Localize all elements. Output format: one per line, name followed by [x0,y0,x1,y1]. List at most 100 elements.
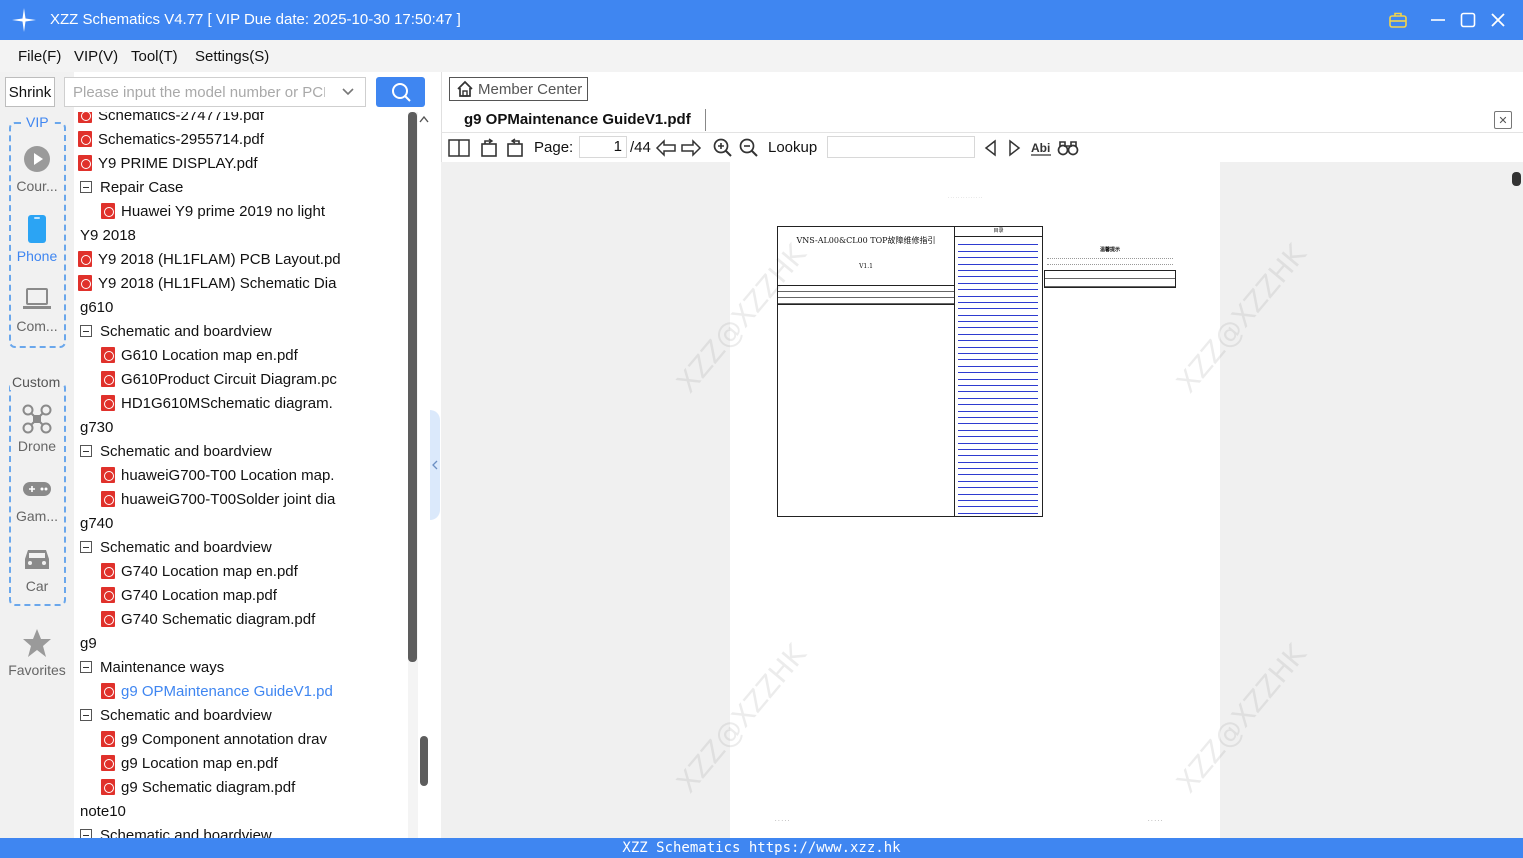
signature-table [778,285,954,305]
collapse-icon[interactable] [80,661,92,673]
zoom-in-icon[interactable] [712,137,734,159]
minimize-icon[interactable] [1427,9,1449,31]
find-next-icon[interactable] [1004,137,1026,159]
watermark: XZZ@XZZHK [1169,637,1313,800]
menu-settings[interactable]: Settings(S) [195,48,269,65]
tree-file-item[interactable]: HD1G610MSchematic diagram. [101,391,333,415]
tree-file-item[interactable]: Huawei Y9 prime 2019 no light [101,199,325,223]
tree-file-item[interactable]: G610 Location map en.pdf [101,343,298,367]
collapse-icon[interactable] [80,181,92,193]
tree-file-item[interactable]: g9 OPMaintenance GuideV1.pd [101,679,333,703]
collapse-panel-handle[interactable] [430,410,440,520]
tree-folder-item[interactable]: Schematic and boardview [80,823,272,838]
viewer-scrollbar[interactable] [1510,162,1523,838]
tree-item-label: Schematics-2747719.pdf [98,112,264,124]
tree-item-label: Schematic and boardview [100,706,272,724]
tab-document[interactable]: g9 OPMaintenance GuideV1.pdf [464,111,691,128]
sidebar-toggle-icon[interactable] [448,137,470,159]
pdf-file-icon [101,371,115,387]
model-search-field[interactable] [64,77,366,107]
tree-file-item[interactable]: g9 Location map en.pdf [101,751,278,775]
tree-folder-item[interactable]: g740 [76,511,113,535]
tree-scrollbar[interactable] [408,112,418,838]
tree-folder-item[interactable]: Schematic and boardview [80,535,272,559]
tree-file-item[interactable]: G740 Schematic diagram.pdf [101,607,315,631]
rail-item-drone[interactable]: Drone [0,404,74,454]
next-page-arrow-icon[interactable] [680,137,702,159]
tree-file-item[interactable]: huaweiG700-T00 Location map. [101,463,334,487]
collapse-icon[interactable] [80,325,92,337]
close-icon[interactable] [1487,9,1509,31]
rail-item-game[interactable]: Gam... [0,474,74,524]
tree-file-item[interactable]: g9 Schematic diagram.pdf [101,775,295,799]
rail-item-courses[interactable]: Cour... [0,144,74,194]
match-case-icon[interactable]: Abi [1030,137,1052,159]
tree-item-label: Huawei Y9 prime 2019 no light [121,202,326,220]
rotate-right-icon[interactable] [504,137,526,159]
maximize-icon[interactable] [1457,9,1479,31]
rail-item-label: Phone [16,248,58,264]
tree-folder-item[interactable]: note10 [76,799,126,823]
tree-folder-item[interactable]: Schematic and boardview [80,439,272,463]
collapse-icon[interactable] [80,829,92,838]
tree-folder-item[interactable]: Schematic and boardview [80,703,272,727]
pdf-file-icon [78,131,92,147]
tree-item-label: g9 [80,634,97,652]
tree-folder-item[interactable]: g610 [76,295,113,319]
viewer-scrollbar-thumb[interactable] [1512,172,1521,186]
pdf-viewport[interactable]: · · · · · · · · · · · · · · XZZ@XZZHK XZ… [441,162,1510,838]
member-center-button[interactable]: Member Center [449,77,588,101]
rail-item-favorites[interactable]: Favorites [0,628,74,678]
pdf-file-icon [101,587,115,603]
tree-file-item[interactable]: Schematics-2747719.pdf [78,112,264,127]
search-button[interactable] [376,77,425,107]
binoculars-icon[interactable] [1057,137,1079,159]
tree-file-item[interactable]: Y9 PRIME DISPLAY.pdf [78,151,258,175]
tree-file-item[interactable]: Schematics-2955714.pdf [78,127,264,151]
page-number-input[interactable]: 1 [579,136,627,158]
tree-file-item[interactable]: huaweiG700-T00Solder joint dia [101,487,335,511]
model-search-input[interactable] [65,78,325,106]
tree-folder-item[interactable]: g730 [76,415,113,439]
shrink-button[interactable]: Shrink [5,77,55,107]
tree-folder-item[interactable]: Repair Case [80,175,183,199]
zoom-out-icon[interactable] [738,137,760,159]
rail-item-label: Favorites [8,662,66,678]
prev-page-arrow-icon[interactable] [655,137,677,159]
tree-folder-item[interactable]: Maintenance ways [80,655,224,679]
tree-scrollbar-thumb[interactable] [408,112,417,662]
tree-file-item[interactable]: g9 Component annotation drav [101,727,327,751]
menu-vip[interactable]: VIP(V) [74,48,118,65]
tree-file-item[interactable]: Y9 2018 (HL1FLAM) Schematic Dia [78,271,336,295]
rail-item-computer[interactable]: Com... [0,284,74,334]
rotate-left-icon[interactable] [478,137,500,159]
tree-file-item[interactable]: G610Product Circuit Diagram.pc [101,367,337,391]
tree-secondary-scrollbar[interactable] [420,736,428,786]
tree-folder-item[interactable]: Schematic and boardview [80,319,272,343]
tree-file-item[interactable]: Y9 2018 (HL1FLAM) PCB Layout.pd [78,247,341,271]
chevron-down-icon[interactable] [341,85,355,99]
rail-item-car[interactable]: Car [0,544,74,594]
tree-item-label: G740 Schematic diagram.pdf [121,610,316,628]
scroll-up-icon[interactable] [418,114,430,124]
tree-folder-item[interactable]: Y9 2018 [76,223,136,247]
tree-file-item[interactable]: G740 Location map en.pdf [101,559,298,583]
tree-folder-item[interactable]: g9 [76,631,97,655]
close-tab-icon[interactable]: ✕ [1494,111,1512,129]
lookup-input[interactable] [827,136,975,158]
tree-file-item[interactable]: G740 Location map.pdf [101,583,277,607]
tree-item-label: g610 [80,298,114,316]
find-prev-icon[interactable] [979,137,1001,159]
collapse-icon[interactable] [80,445,92,457]
vip-group-label: VIP [24,114,51,130]
pdf-file-icon [101,563,115,579]
category-rail: Shrink VIP Cour... Phone Com... Custom D… [0,72,74,838]
cover-divider [954,227,955,516]
menu-tool[interactable]: Tool(T) [131,48,178,65]
status-bar: XZZ Schematics https://www.xzz.hk [0,838,1523,858]
vip-badge-icon[interactable] [1387,9,1409,31]
collapse-icon[interactable] [80,541,92,553]
collapse-icon[interactable] [80,709,92,721]
rail-item-phone[interactable]: Phone [0,214,74,264]
menu-file[interactable]: File(F) [18,48,61,65]
